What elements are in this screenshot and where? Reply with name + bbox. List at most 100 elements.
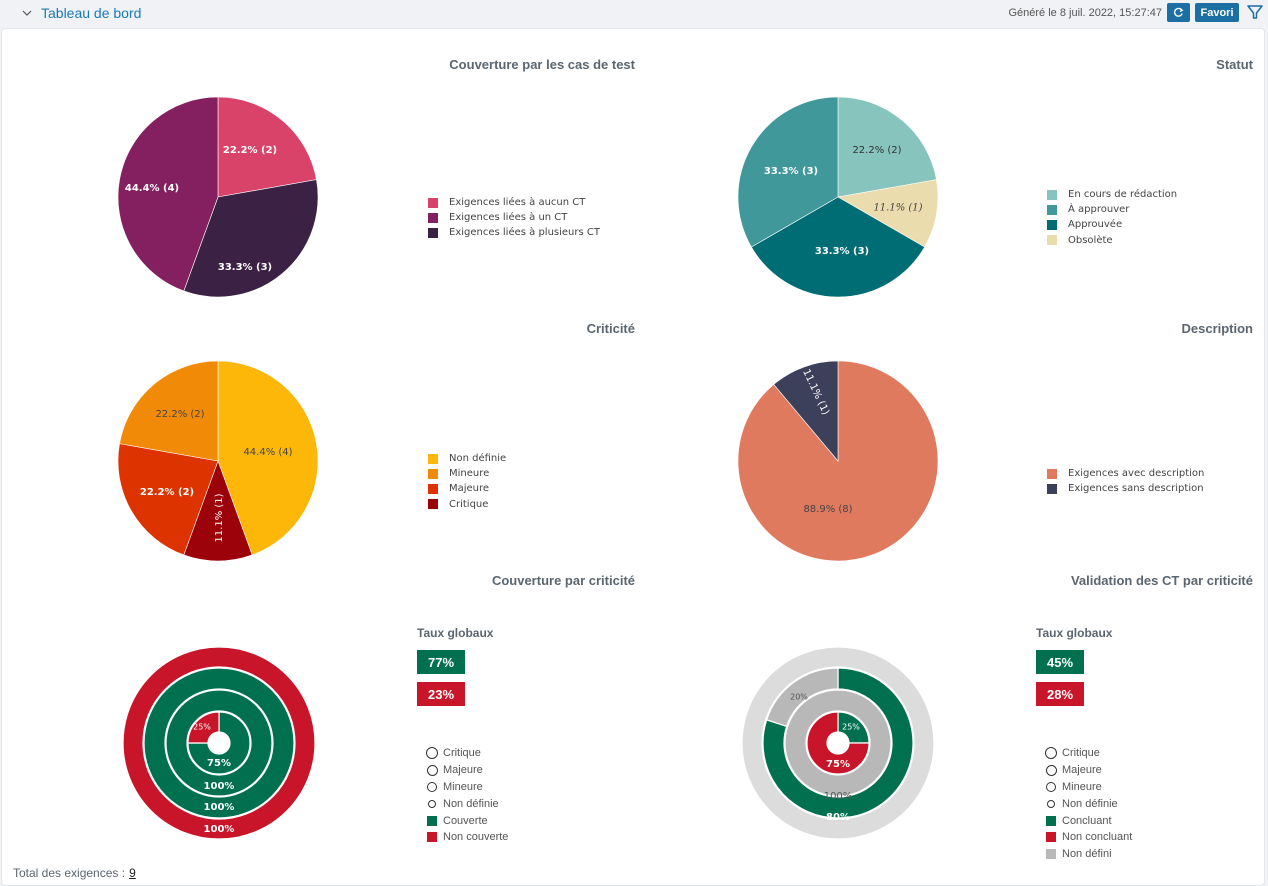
legend-item[interactable]: Non définie (425, 795, 508, 812)
legend-swatch (1046, 849, 1056, 860)
legend-item[interactable]: Approuvée (1047, 217, 1177, 232)
legend-swatch (427, 815, 437, 826)
legend-marker (1044, 799, 1058, 808)
chart-legend: Exigences liées à aucun CT Exigences liée… (428, 195, 600, 241)
legend-marker (1044, 815, 1058, 826)
legend-label: Concluant (1062, 814, 1112, 827)
legend-item[interactable]: Exigences liées à aucun CT (428, 195, 600, 210)
ring-level-icon (426, 764, 438, 776)
total-value-link[interactable]: 9 (129, 866, 136, 880)
legend-label: Mineure (449, 468, 490, 480)
legend-label: Non définie (443, 797, 499, 810)
chart-legend: Exigences avec description Exigences sans… (1047, 466, 1204, 496)
refresh-button[interactable] (1167, 3, 1190, 22)
filter-icon[interactable] (1246, 3, 1264, 21)
global-rates-title: Taux globaux (417, 626, 494, 640)
legend-item[interactable]: À approuver (1047, 202, 1177, 217)
legend-item[interactable]: Critique (1044, 745, 1132, 762)
legend-item[interactable]: Non couverte (425, 829, 508, 846)
legend-item[interactable]: Mineure (428, 466, 506, 481)
dashboard-title[interactable]: Tableau de bord (41, 5, 141, 21)
legend-swatch (428, 483, 438, 494)
chart-legend: Non définie Mineure Majeure Critique (428, 451, 506, 512)
total-label: Total des exigences : (13, 866, 126, 880)
legend-marker (425, 799, 439, 808)
legend-marker (1044, 764, 1058, 776)
legend-swatch (428, 227, 438, 238)
legend-label: Couverte (443, 814, 488, 827)
legend-label: Majeure (1062, 764, 1102, 777)
ring-level-icon (426, 747, 438, 760)
legend-item[interactable]: Exigences sans description (1047, 481, 1204, 496)
chart-title: Statut (1216, 57, 1253, 72)
legend-label: Critique (449, 498, 489, 510)
legend-item[interactable]: Concluant (1044, 812, 1132, 829)
ring-level-icon (428, 799, 436, 808)
legend-item[interactable]: Obsolète (1047, 233, 1177, 248)
refresh-icon (1173, 7, 1184, 17)
legend-label: À approuver (1068, 204, 1130, 216)
favorite-button[interactable]: Favori (1195, 3, 1239, 22)
legend-label: Non définie (449, 453, 507, 465)
ring-level-icon (1047, 799, 1055, 808)
legend-label: Exigences avec description (1068, 468, 1205, 480)
legend-label: Exigences sans description (1068, 483, 1204, 495)
legend-item[interactable]: Non défini (1044, 846, 1132, 863)
legend-label: Non concluant (1062, 831, 1133, 844)
legend-item[interactable]: Mineure (425, 779, 508, 796)
legend-item[interactable]: Majeure (428, 481, 506, 496)
chart-title: Description (1181, 321, 1253, 336)
legend-item[interactable]: Non définie (428, 451, 506, 466)
legend-swatch (1047, 219, 1057, 230)
legend-marker (1044, 781, 1058, 792)
legend-swatch (1047, 468, 1057, 479)
legend-label: Exigences liées à plusieurs CT (449, 227, 600, 239)
legend-item[interactable]: Exigences avec description (1047, 466, 1204, 481)
legend-swatch (1046, 815, 1056, 826)
legend-marker (1044, 747, 1058, 760)
legend-item[interactable]: Exigences liées à un CT (428, 210, 600, 225)
global-rate-positive: 45% (1036, 650, 1084, 674)
legend-item[interactable]: Non concluant (1044, 829, 1132, 846)
legend-item[interactable]: Mineure (1044, 779, 1132, 796)
legend-label: Mineure (443, 780, 483, 793)
legend-marker (425, 764, 439, 776)
global-rate-negative: 28% (1036, 682, 1084, 706)
chart-title: Criticité (586, 321, 635, 336)
legend-swatch (1047, 483, 1057, 494)
legend-item[interactable]: Majeure (425, 762, 508, 779)
legend-label: Exigences liées à aucun CT (449, 197, 586, 209)
ring-level-icon (1045, 764, 1057, 776)
legend-item[interactable]: Critique (428, 497, 506, 512)
legend-swatch (1047, 235, 1057, 246)
legend-item[interactable]: Non définie (1044, 795, 1132, 812)
legend-item[interactable]: Critique (425, 745, 508, 762)
legend-label: Non définie (1062, 797, 1118, 810)
generated-timestamp: Généré le 8 juil. 2022, 15:27:47 (1008, 7, 1162, 19)
legend-item[interactable]: Exigences liées à plusieurs CT (428, 225, 600, 240)
legend-swatch (428, 212, 438, 223)
legend-marker (1044, 832, 1058, 843)
chart-legend: Critique Majeure Mineure Non définie Conclua… (1044, 745, 1132, 863)
chart-title: Couverture par criticité (491, 573, 635, 588)
ring-level-icon (1045, 747, 1057, 760)
legend-item[interactable]: En cours de rédaction (1047, 187, 1177, 202)
chevron-down-icon[interactable] (20, 6, 34, 20)
legend-label: Non couverte (443, 831, 509, 844)
legend-label: Mineure (1062, 780, 1102, 793)
legend-swatch (428, 499, 438, 510)
legend-item[interactable]: Couverte (425, 812, 508, 829)
dashboard-header: Tableau de bord Généré le 8 juil. 2022, … (0, 0, 1268, 28)
legend-swatch (428, 468, 438, 479)
legend-item[interactable]: Majeure (1044, 762, 1132, 779)
legend-swatch (1047, 189, 1057, 200)
legend-swatch (1046, 832, 1056, 843)
legend-swatch (428, 197, 438, 208)
legend-marker (425, 781, 439, 792)
legend-label: Non défini (1062, 848, 1112, 861)
ring-level-icon (1046, 781, 1056, 792)
legend-marker (1044, 849, 1058, 860)
legend-swatch (1047, 204, 1057, 215)
chart-title: Validation des CT par criticité (1070, 573, 1253, 588)
legend-marker (425, 747, 439, 760)
